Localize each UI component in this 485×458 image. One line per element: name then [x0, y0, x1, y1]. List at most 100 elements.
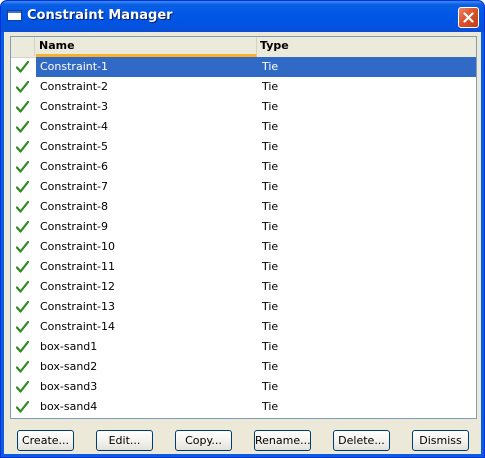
check-icon: [16, 401, 29, 413]
table-row[interactable]: box-sand3 Tie: [11, 377, 476, 397]
type-cell[interactable]: Tie: [257, 397, 476, 417]
type-cell[interactable]: Tie: [257, 277, 476, 297]
name-cell[interactable]: Constraint-5: [36, 137, 257, 157]
status-cell[interactable]: [11, 257, 35, 277]
name-cell[interactable]: Constraint-12: [36, 277, 257, 297]
type-cell[interactable]: Tie: [257, 337, 476, 357]
type-cell[interactable]: Tie: [257, 257, 476, 277]
check-icon: [16, 241, 29, 253]
check-icon: [16, 61, 29, 73]
button-bar: Create... Edit... Copy... Rename... Dele…: [4, 428, 481, 452]
table-row[interactable]: Constraint-11 Tie: [11, 257, 476, 277]
type-cell[interactable]: Tie: [257, 357, 476, 377]
check-icon: [16, 321, 29, 333]
name-cell[interactable]: box-sand4: [36, 397, 257, 417]
name-cell[interactable]: Constraint-4: [36, 117, 257, 137]
table-row[interactable]: Constraint-9 Tie: [11, 217, 476, 237]
status-cell[interactable]: [11, 197, 35, 217]
table-row[interactable]: Constraint-10 Tie: [11, 237, 476, 257]
close-button[interactable]: [458, 7, 479, 28]
status-cell[interactable]: [11, 77, 35, 97]
check-icon: [16, 261, 29, 273]
table-row[interactable]: box-sand1 Tie: [11, 337, 476, 357]
status-cell[interactable]: [11, 297, 35, 317]
constraints-table[interactable]: Name Type Constraint-1 Tie Constraint-2 Tie…: [10, 36, 477, 419]
type-cell[interactable]: Tie: [257, 177, 476, 197]
status-cell[interactable]: [11, 97, 35, 117]
name-cell[interactable]: Constraint-7: [36, 177, 257, 197]
table-row[interactable]: Constraint-1 Tie: [11, 57, 476, 77]
name-cell[interactable]: Constraint-8: [36, 197, 257, 217]
status-cell[interactable]: [11, 377, 35, 397]
status-cell[interactable]: [11, 317, 35, 337]
name-cell[interactable]: Constraint-3: [36, 97, 257, 117]
table-row[interactable]: Constraint-14 Tie: [11, 317, 476, 337]
type-cell[interactable]: Tie: [257, 97, 476, 117]
check-icon: [16, 101, 29, 113]
column-header-type[interactable]: Type: [257, 37, 476, 56]
table-row[interactable]: Constraint-2 Tie: [11, 77, 476, 97]
type-cell[interactable]: Tie: [257, 317, 476, 337]
check-icon: [16, 181, 29, 193]
delete-button[interactable]: Delete...: [333, 430, 390, 451]
type-cell[interactable]: Tie: [257, 157, 476, 177]
dismiss-button[interactable]: Dismiss: [412, 430, 469, 451]
status-cell[interactable]: [11, 157, 35, 177]
status-cell[interactable]: [11, 357, 35, 377]
check-icon: [16, 81, 29, 93]
name-cell[interactable]: Constraint-14: [36, 317, 257, 337]
type-cell[interactable]: Tie: [257, 117, 476, 137]
table-row[interactable]: Constraint-12 Tie: [11, 277, 476, 297]
status-cell[interactable]: [11, 277, 35, 297]
title-bar[interactable]: Constraint Manager: [1, 1, 484, 32]
type-cell[interactable]: Tie: [257, 197, 476, 217]
name-cell[interactable]: Constraint-11: [36, 257, 257, 277]
rename-button[interactable]: Rename...: [254, 430, 311, 451]
dialog-body: Name Type Constraint-1 Tie Constraint-2 Tie…: [4, 32, 481, 454]
table-row[interactable]: Constraint-3 Tie: [11, 97, 476, 117]
check-icon: [16, 161, 29, 173]
name-cell[interactable]: Constraint-13: [36, 297, 257, 317]
name-cell[interactable]: box-sand1: [36, 337, 257, 357]
create-button[interactable]: Create...: [17, 430, 74, 451]
name-cell[interactable]: Constraint-1: [36, 57, 257, 77]
table-header: Name Type: [11, 37, 476, 58]
check-icon: [16, 121, 29, 133]
type-cell[interactable]: Tie: [257, 297, 476, 317]
status-cell[interactable]: [11, 217, 35, 237]
name-cell[interactable]: Constraint-10: [36, 237, 257, 257]
copy-button[interactable]: Copy...: [175, 430, 232, 451]
table-row[interactable]: Constraint-4 Tie: [11, 117, 476, 137]
column-header-name[interactable]: Name: [36, 37, 257, 57]
table-row[interactable]: box-sand2 Tie: [11, 357, 476, 377]
name-cell[interactable]: Constraint-9: [36, 217, 257, 237]
type-cell[interactable]: Tie: [257, 77, 476, 97]
type-cell[interactable]: Tie: [257, 377, 476, 397]
status-cell[interactable]: [11, 237, 35, 257]
check-icon: [16, 141, 29, 153]
type-cell[interactable]: Tie: [257, 217, 476, 237]
name-cell[interactable]: Constraint-2: [36, 77, 257, 97]
table-row[interactable]: Constraint-5 Tie: [11, 137, 476, 157]
edit-button[interactable]: Edit...: [96, 430, 153, 451]
type-cell[interactable]: Tie: [257, 237, 476, 257]
status-cell[interactable]: [11, 117, 35, 137]
status-cell[interactable]: [11, 57, 35, 77]
check-icon: [16, 381, 29, 393]
status-cell[interactable]: [11, 137, 35, 157]
status-cell[interactable]: [11, 177, 35, 197]
type-cell[interactable]: Tie: [257, 57, 476, 77]
column-header-status[interactable]: [11, 37, 35, 56]
status-cell[interactable]: [11, 337, 35, 357]
status-cell[interactable]: [11, 397, 35, 417]
table-row[interactable]: box-sand4 Tie: [11, 397, 476, 417]
name-cell[interactable]: box-sand3: [36, 377, 257, 397]
table-row[interactable]: Constraint-13 Tie: [11, 297, 476, 317]
table-row[interactable]: Constraint-7 Tie: [11, 177, 476, 197]
name-cell[interactable]: box-sand2: [36, 357, 257, 377]
type-cell[interactable]: Tie: [257, 137, 476, 157]
table-row[interactable]: Constraint-6 Tie: [11, 157, 476, 177]
name-cell[interactable]: Constraint-6: [36, 157, 257, 177]
table-row[interactable]: Constraint-8 Tie: [11, 197, 476, 217]
constraint-manager-window: Constraint Manager Name Type Constraint-…: [0, 0, 485, 458]
